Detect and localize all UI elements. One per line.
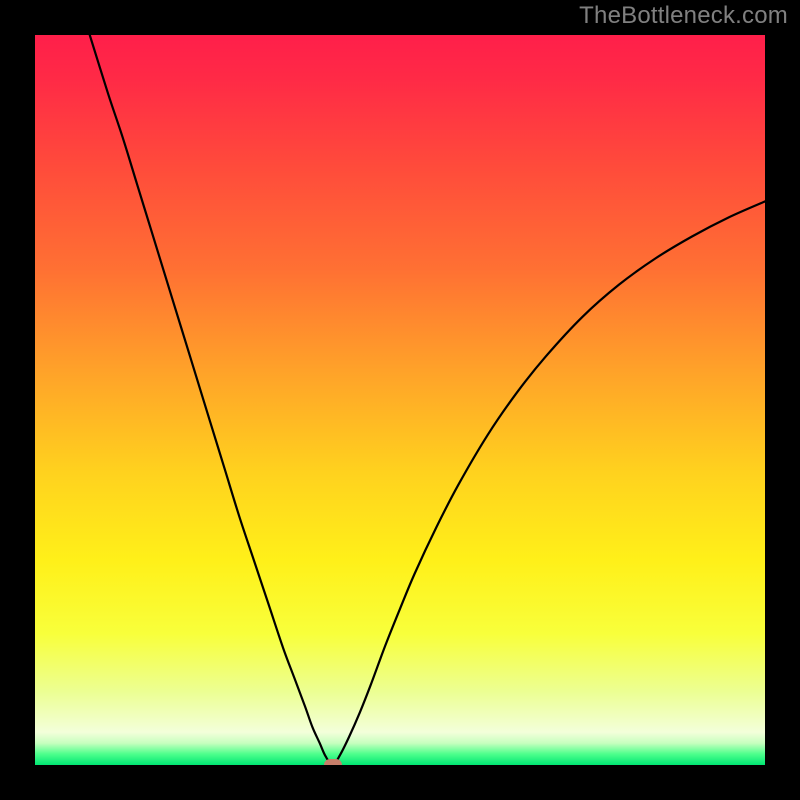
bottleneck-curve [35,35,765,765]
plot-area [35,35,765,765]
chart-container: TheBottleneck.com [0,0,800,800]
watermark-label: TheBottleneck.com [579,2,788,30]
min-point-marker [324,759,342,765]
